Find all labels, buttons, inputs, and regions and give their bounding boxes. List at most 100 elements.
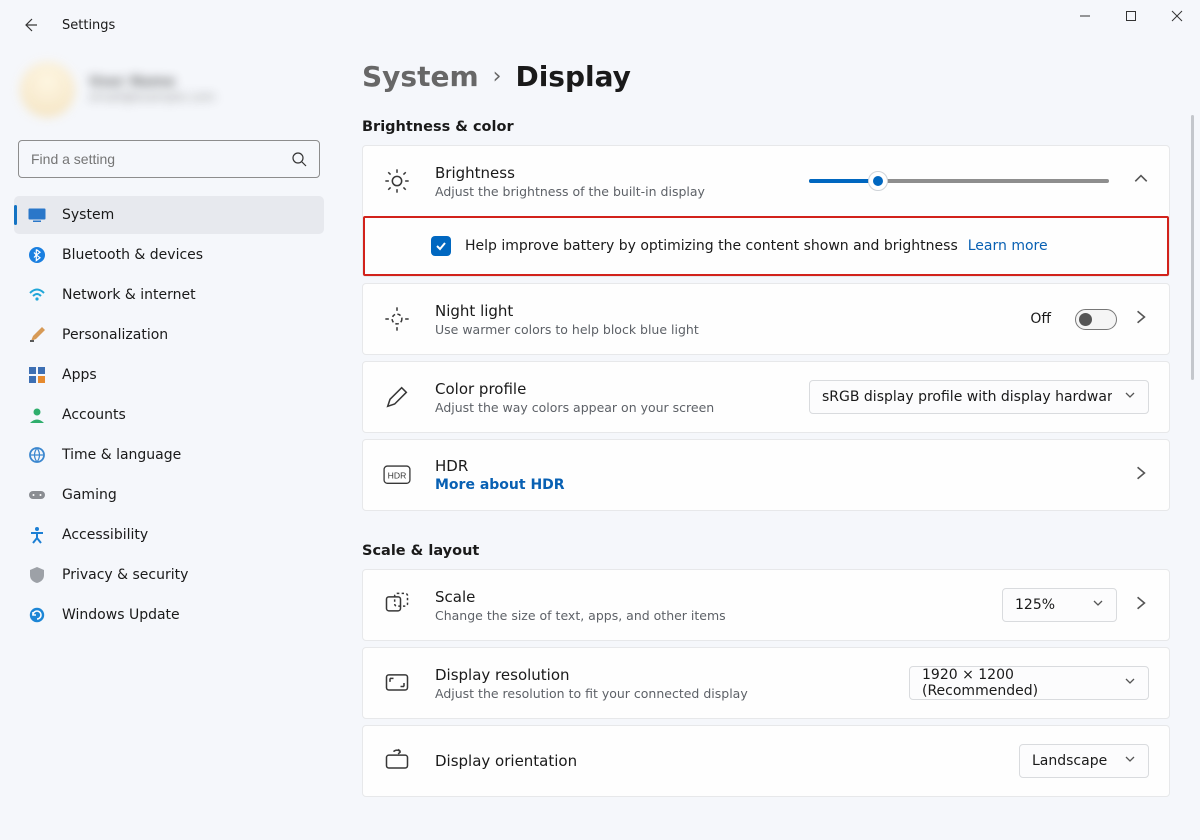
chevron-right-icon[interactable] [1133,595,1149,615]
system-icon [28,206,46,224]
orientation-card[interactable]: Display orientation Landscape [362,725,1170,797]
night-light-card[interactable]: Night light Use warmer colors to help bl… [362,283,1170,355]
brightness-optimize-label: Help improve battery by optimizing the c… [465,238,958,254]
profile-email: email@example.com [89,90,215,104]
close-button[interactable] [1154,0,1200,32]
sidebar-item-personalization[interactable]: Personalization [14,316,324,354]
sidebar-item-label: Apps [62,367,97,383]
app-title: Settings [62,18,115,33]
sidebar-item-system[interactable]: System [14,196,324,234]
color-profile-dropdown[interactable]: sRGB display profile with display hardwa… [809,380,1149,414]
scale-title: Scale [435,588,795,606]
orientation-icon [383,747,411,775]
chevron-right-icon[interactable] [1133,465,1149,485]
sidebar-item-label: Accounts [62,407,126,423]
profile-name: User Name [89,74,215,90]
sidebar-item-label: System [62,207,114,223]
hdr-icon: HDR [383,461,411,489]
maximize-button[interactable] [1108,0,1154,32]
sidebar-item-label: Bluetooth & devices [62,247,203,263]
chevron-down-icon [1092,597,1104,613]
sidebar-item-label: Time & language [62,447,181,463]
breadcrumb-parent[interactable]: System [362,60,479,93]
accessibility-icon [28,526,46,544]
color-profile-title: Color profile [435,380,795,398]
brightness-slider[interactable] [809,179,1109,183]
brightness-desc: Adjust the brightness of the built-in di… [435,184,795,199]
brightness-card: Brightness Adjust the brightness of the … [362,145,1170,277]
orientation-title: Display orientation [435,752,795,770]
sidebar-item-apps[interactable]: Apps [14,356,324,394]
sidebar-item-windows-update[interactable]: Windows Update [14,596,324,634]
globe-clock-icon [28,446,46,464]
apps-icon [28,366,46,384]
resolution-card[interactable]: Display resolution Adjust the resolution… [362,647,1170,719]
hdr-link[interactable]: More about HDR [435,477,795,493]
search-input[interactable] [31,151,291,167]
sidebar-item-label: Personalization [62,327,168,343]
night-light-icon [383,305,411,333]
breadcrumb: System › Display [362,60,1170,93]
brightness-title: Brightness [435,164,795,182]
nav: System Bluetooth & devices Network & int… [14,196,324,634]
topbar: Settings [0,0,115,50]
gaming-icon [28,486,46,504]
sidebar-item-label: Windows Update [62,607,180,623]
scale-desc: Change the size of text, apps, and other… [435,608,795,623]
chevron-right-icon[interactable] [1133,309,1149,329]
section-title-brightness-color: Brightness & color [362,119,1170,135]
sidebar-item-accounts[interactable]: Accounts [14,396,324,434]
brightness-optimize-checkbox[interactable] [431,236,451,256]
sidebar-item-time-language[interactable]: Time & language [14,436,324,474]
search-icon [291,151,307,167]
chevron-up-icon[interactable] [1133,171,1149,191]
chevron-down-icon [1124,675,1136,691]
sun-icon [383,167,411,195]
night-light-state: Off [1030,311,1051,327]
brightness-optimize-row[interactable]: Help improve battery by optimizing the c… [363,216,1169,276]
section-title-scale-layout: Scale & layout [362,543,1170,559]
sidebar-item-label: Privacy & security [62,567,188,583]
night-light-toggle[interactable] [1075,309,1117,330]
resolution-icon [383,669,411,697]
window-titlebar [1062,0,1200,32]
hdr-title: HDR [435,457,795,475]
sidebar-item-gaming[interactable]: Gaming [14,476,324,514]
update-icon [28,606,46,624]
scale-card[interactable]: Scale Change the size of text, apps, and… [362,569,1170,641]
learn-more-link[interactable]: Learn more [968,238,1048,254]
person-icon [28,406,46,424]
paintbrush-icon [28,326,46,344]
hdr-card[interactable]: HDR HDR More about HDR [362,439,1170,511]
resolution-dropdown[interactable]: 1920 × 1200 (Recommended) [909,666,1149,700]
shield-icon [28,566,46,584]
bluetooth-icon [28,246,46,264]
scale-dropdown[interactable]: 125% [1002,588,1117,622]
scale-icon [383,591,411,619]
night-light-desc: Use warmer colors to help block blue lig… [435,322,795,337]
scrollbar[interactable] [1191,115,1194,380]
profile-block[interactable]: User Name email@example.com [14,60,324,118]
minimize-button[interactable] [1062,0,1108,32]
back-button[interactable] [20,15,40,35]
scale-value: 125% [1015,597,1055,613]
color-profile-desc: Adjust the way colors appear on your scr… [435,400,795,415]
breadcrumb-current: Display [515,60,630,93]
orientation-dropdown[interactable]: Landscape [1019,744,1149,778]
resolution-desc: Adjust the resolution to fit your connec… [435,686,795,701]
sidebar-item-label: Network & internet [62,287,196,303]
resolution-value: 1920 × 1200 (Recommended) [922,667,1112,699]
color-profile-value: sRGB display profile with display hardwa… [822,389,1112,405]
search-box[interactable] [18,140,320,178]
sidebar: User Name email@example.com System Bluet… [14,60,324,634]
color-profile-card[interactable]: Color profile Adjust the way colors appe… [362,361,1170,433]
sidebar-item-accessibility[interactable]: Accessibility [14,516,324,554]
sidebar-item-privacy[interactable]: Privacy & security [14,556,324,594]
sidebar-item-bluetooth[interactable]: Bluetooth & devices [14,236,324,274]
slider-thumb[interactable] [868,171,888,191]
sidebar-item-network[interactable]: Network & internet [14,276,324,314]
chevron-down-icon [1124,389,1136,405]
brightness-row[interactable]: Brightness Adjust the brightness of the … [363,146,1169,216]
main: System › Display Brightness & color Brig… [362,60,1170,840]
sidebar-item-label: Gaming [62,487,117,503]
